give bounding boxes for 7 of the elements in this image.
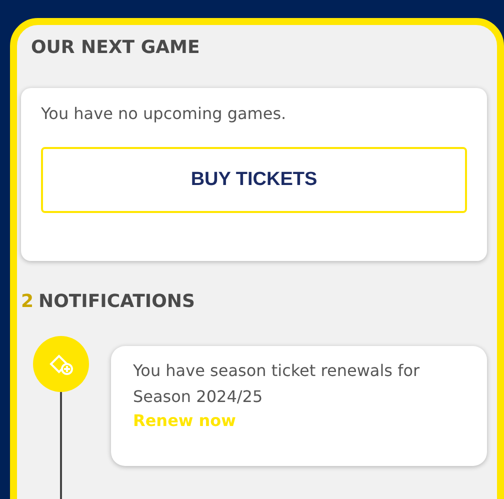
ticket-icon: [33, 336, 89, 392]
section-heading: NOTIFICATIONS: [38, 291, 195, 312]
section-heading: OUR NEXT GAME: [31, 37, 201, 58]
notification-text: You have season ticket renewals for Season 2024/25: [133, 360, 421, 408]
empty-message: You have no upcoming games.: [41, 104, 288, 123]
notification-count: 2: [21, 291, 34, 312]
buy-tickets-button[interactable]: BUY TICKETS: [41, 147, 467, 213]
